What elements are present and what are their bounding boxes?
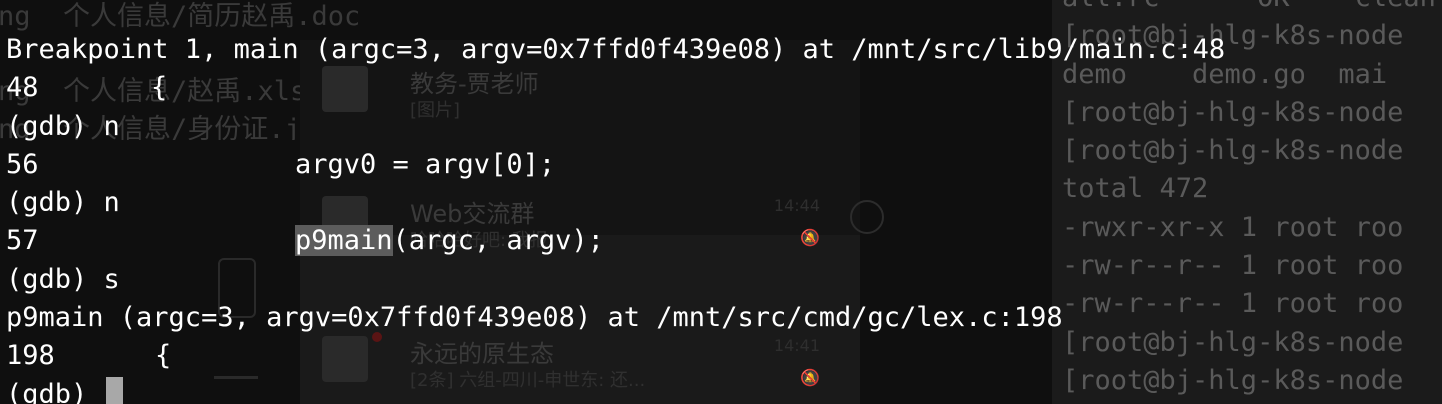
gdb-source-line: 56 argv0 = argv[0]; [6,146,1225,184]
bg-terminal-line: all.rc OK clean [1062,0,1436,17]
line-number: 56 [6,148,39,180]
selected-text-highlight[interactable]: p9main [295,225,393,257]
gdb-prompt-line: (gdb) s [6,263,120,295]
line-number: 48 [6,72,39,104]
source-code: argv0 = argv[0]; [295,148,556,180]
source-code: { [155,340,172,372]
gdb-source-line: 198 { [6,337,1225,375]
source-code: { [151,72,168,104]
line-number: 57 [6,225,39,257]
terminal-screen[interactable]: ng 个人信息/简历赵禹.doc ng 个人信息/赵禹.xlsx ng 个人信息… [0,0,1442,404]
gdb-frame-line: p9main (argc=3, argv=0x7ffd0f439e08) at … [6,302,1063,334]
gdb-source-line: 57 p9main(argc, argv); [6,222,1225,260]
text-cursor [105,376,123,404]
source-code: (argc, argv); [392,225,604,257]
gdb-source-line: 48 { [6,69,1225,107]
gdb-current-prompt[interactable]: (gdb) [6,376,1225,404]
gdb-prompt-line: (gdb) n [6,187,120,219]
gdb-prompt-line: (gdb) n [6,110,120,142]
gdb-session-output[interactable]: Breakpoint 1, main (argc=3, argv=0x7ffd0… [6,31,1225,404]
prompt-text: (gdb) [6,378,104,404]
gdb-breakpoint-line: Breakpoint 1, main (argc=3, argv=0x7ffd0… [6,34,1226,65]
line-number: 198 [6,340,55,372]
